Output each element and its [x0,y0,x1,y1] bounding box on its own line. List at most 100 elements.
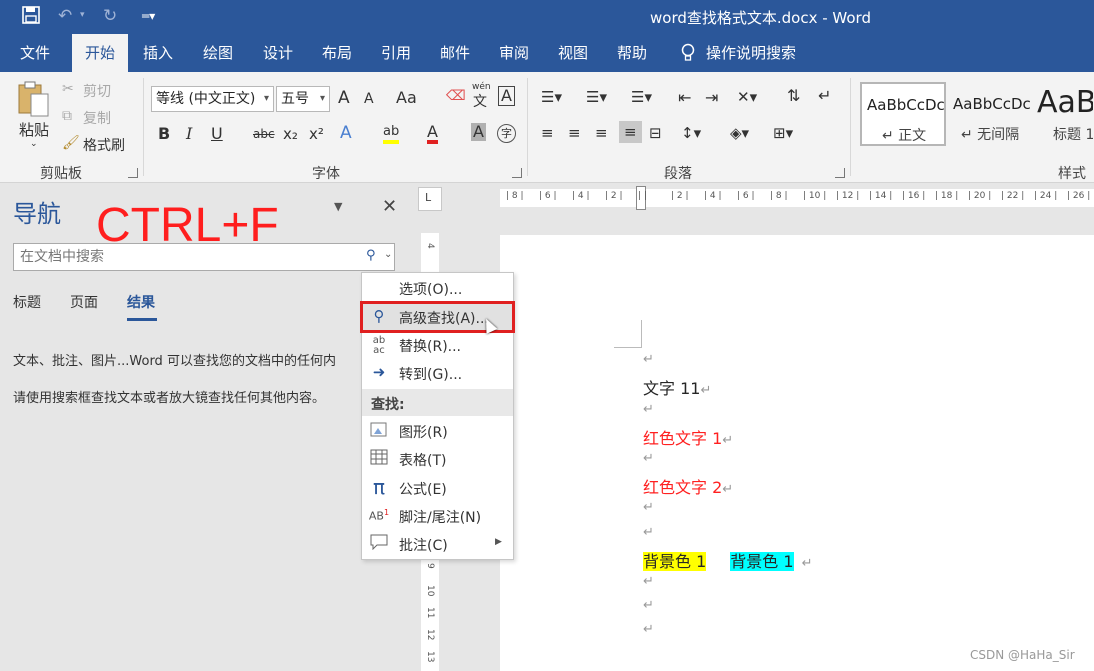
font-launcher-icon[interactable] [512,168,522,178]
tab-home[interactable]: 开始 [72,34,128,72]
search-dropdown-icon[interactable]: ⌄ [384,249,392,260]
nav-search-box[interactable]: ⚲ ⌄ [13,243,395,271]
tab-mailings[interactable]: 邮件 [432,34,478,72]
menu-item-graphics[interactable]: 图形(R) [362,417,513,445]
ruler-tick: | 6 | [539,191,557,201]
line-spacing-icon[interactable]: ↕▾ [681,124,701,142]
increase-indent-icon[interactable]: ⇥ [705,88,718,107]
superscript-button[interactable]: x² [309,125,324,143]
menu-item-goto[interactable]: ➜ 转到(G)... [362,359,513,387]
text-effects-button[interactable]: A [340,123,352,143]
ruler-tick: 4 [425,243,435,249]
strikethrough-button[interactable]: abc [253,127,275,141]
pane-options-icon[interactable]: ▼ [334,200,342,213]
distributed-icon[interactable]: ⊟ [649,124,662,142]
close-icon[interactable]: ✕ [382,196,397,217]
paste-dropdown-icon[interactable]: ⌄ [30,139,38,149]
paste-button[interactable]: 粘贴 [19,119,49,140]
horizontal-ruler[interactable]: | 8 | | 6 | | 4 | | 2 | | | | 2 | | 4 | | 6 | | … [500,186,1094,210]
grow-font-button[interactable]: A [338,88,350,108]
doc-line[interactable]: 红色文字 2↵ [643,474,733,498]
shading-icon[interactable]: ◈▾ [730,124,749,142]
undo-dropdown-icon[interactable]: ▾ [80,10,85,32]
format-painter-icon: 🖌 [62,135,80,151]
cut-button[interactable]: 剪切 [83,81,111,101]
clipboard-launcher-icon[interactable] [128,168,138,178]
bold-button[interactable]: B [158,124,170,143]
tab-view[interactable]: 视图 [550,34,596,72]
tell-me-search[interactable]: 操作说明搜索 [706,34,802,72]
copy-button[interactable]: 复制 [83,108,111,128]
format-painter-button[interactable]: 格式刷 [83,135,125,155]
subscript-button[interactable]: x₂ [283,125,298,143]
clear-format-icon[interactable]: ⌫ [446,88,466,104]
font-name-value: 等线 (中文正文) [156,91,256,107]
font-name-combo[interactable]: 等线 (中文正文) ▾ [151,86,274,112]
save-icon[interactable] [22,6,40,28]
decrease-indent-icon[interactable]: ⇤ [678,88,691,107]
undo-icon[interactable]: ↶ [58,6,72,28]
multilevel-list-icon[interactable]: ☰▾ [631,88,652,106]
document-page[interactable] [500,235,1094,671]
align-center-icon[interactable]: ≡ [568,124,581,142]
search-icon[interactable]: ⚲ [366,248,376,263]
borders-icon[interactable]: ⊞▾ [773,124,793,142]
customize-icon[interactable]: ═▾ [142,9,155,31]
style-sample: AaB [1037,85,1094,120]
italic-button[interactable]: I [186,124,192,143]
search-input[interactable] [20,247,350,267]
style-normal[interactable]: AaBbCcDc ↵ 正文 [860,82,946,146]
char-shading-button[interactable]: A [471,123,486,141]
menu-item-replace[interactable]: ab ac 替换(R)... [362,331,513,359]
show-marks-icon[interactable]: ↵ [818,86,831,105]
pinyin-guide-button[interactable]: 文 [473,91,487,111]
tab-draw[interactable]: 绘图 [195,34,241,72]
ruler-tick: | 26 | [1067,191,1091,201]
nav-tab-pages[interactable]: 页面 [70,292,98,312]
style-no-spacing[interactable]: AaBbCcDc ↵ 无间隔 [948,82,1031,146]
enclose-char-button[interactable]: 字 [497,124,516,143]
menu-item-label: 公式(E) [399,482,447,498]
doc-line[interactable]: 红色文字 1↵ [643,425,733,449]
sort-icon[interactable]: ⇅ [787,86,800,105]
tab-layout[interactable]: 布局 [314,34,360,72]
highlight-button[interactable]: ab [383,124,400,144]
numbering-icon[interactable]: ☰▾ [586,88,607,106]
menu-item-equation[interactable]: π 公式(E) [362,474,513,502]
paragraph-mark: ↵ [801,556,813,571]
paste-icon[interactable] [16,80,50,118]
char-border-button[interactable]: A [498,86,515,106]
redo-icon[interactable]: ↻ [103,6,117,28]
style-heading-1[interactable]: AaB 标题 1 [1032,82,1094,146]
align-left-icon[interactable]: ≡ [541,124,554,142]
shrink-font-button[interactable]: A [364,91,374,107]
doc-text-cyan-bg: 背景色 1 [730,552,794,571]
change-case-button[interactable]: Aa [396,88,417,107]
font-group-label: 字体 [312,166,340,182]
table-icon [368,449,390,469]
tab-help[interactable]: 帮助 [609,34,655,72]
tab-review[interactable]: 审阅 [491,34,537,72]
nav-tab-results[interactable]: 结果 [127,292,155,312]
menu-item-comment[interactable]: 批注(C) ▶ [362,530,513,558]
tab-references[interactable]: 引用 [373,34,419,72]
doc-line[interactable]: 文字 11↵ [643,375,711,399]
justify-icon[interactable]: ≡ [619,121,642,143]
menu-item-footnote[interactable]: AB1 脚注/尾注(N) [362,502,513,530]
underline-button[interactable]: U [211,124,223,143]
align-right-icon[interactable]: ≡ [595,124,608,142]
paragraph-launcher-icon[interactable] [835,168,845,178]
tab-selector[interactable]: L [418,187,442,211]
chinese-layout-icon[interactable]: ✕▾ [737,88,757,106]
tab-design[interactable]: 设计 [255,34,301,72]
font-size-combo[interactable]: 五号 ▾ [276,86,330,112]
nav-tab-headings[interactable]: 标题 [13,292,41,312]
bullets-icon[interactable]: ☰▾ [541,88,562,106]
menu-item-options[interactable]: 选项(O)... [362,274,513,302]
tab-file[interactable]: 文件 [12,34,58,72]
ruler-tick: 11 [425,607,435,619]
doc-line[interactable]: 背景色 1 背景色 1 ↵ [643,548,812,572]
tab-insert[interactable]: 插入 [135,34,181,72]
font-color-button[interactable]: A [427,123,438,144]
menu-item-table[interactable]: 表格(T) [362,445,513,473]
